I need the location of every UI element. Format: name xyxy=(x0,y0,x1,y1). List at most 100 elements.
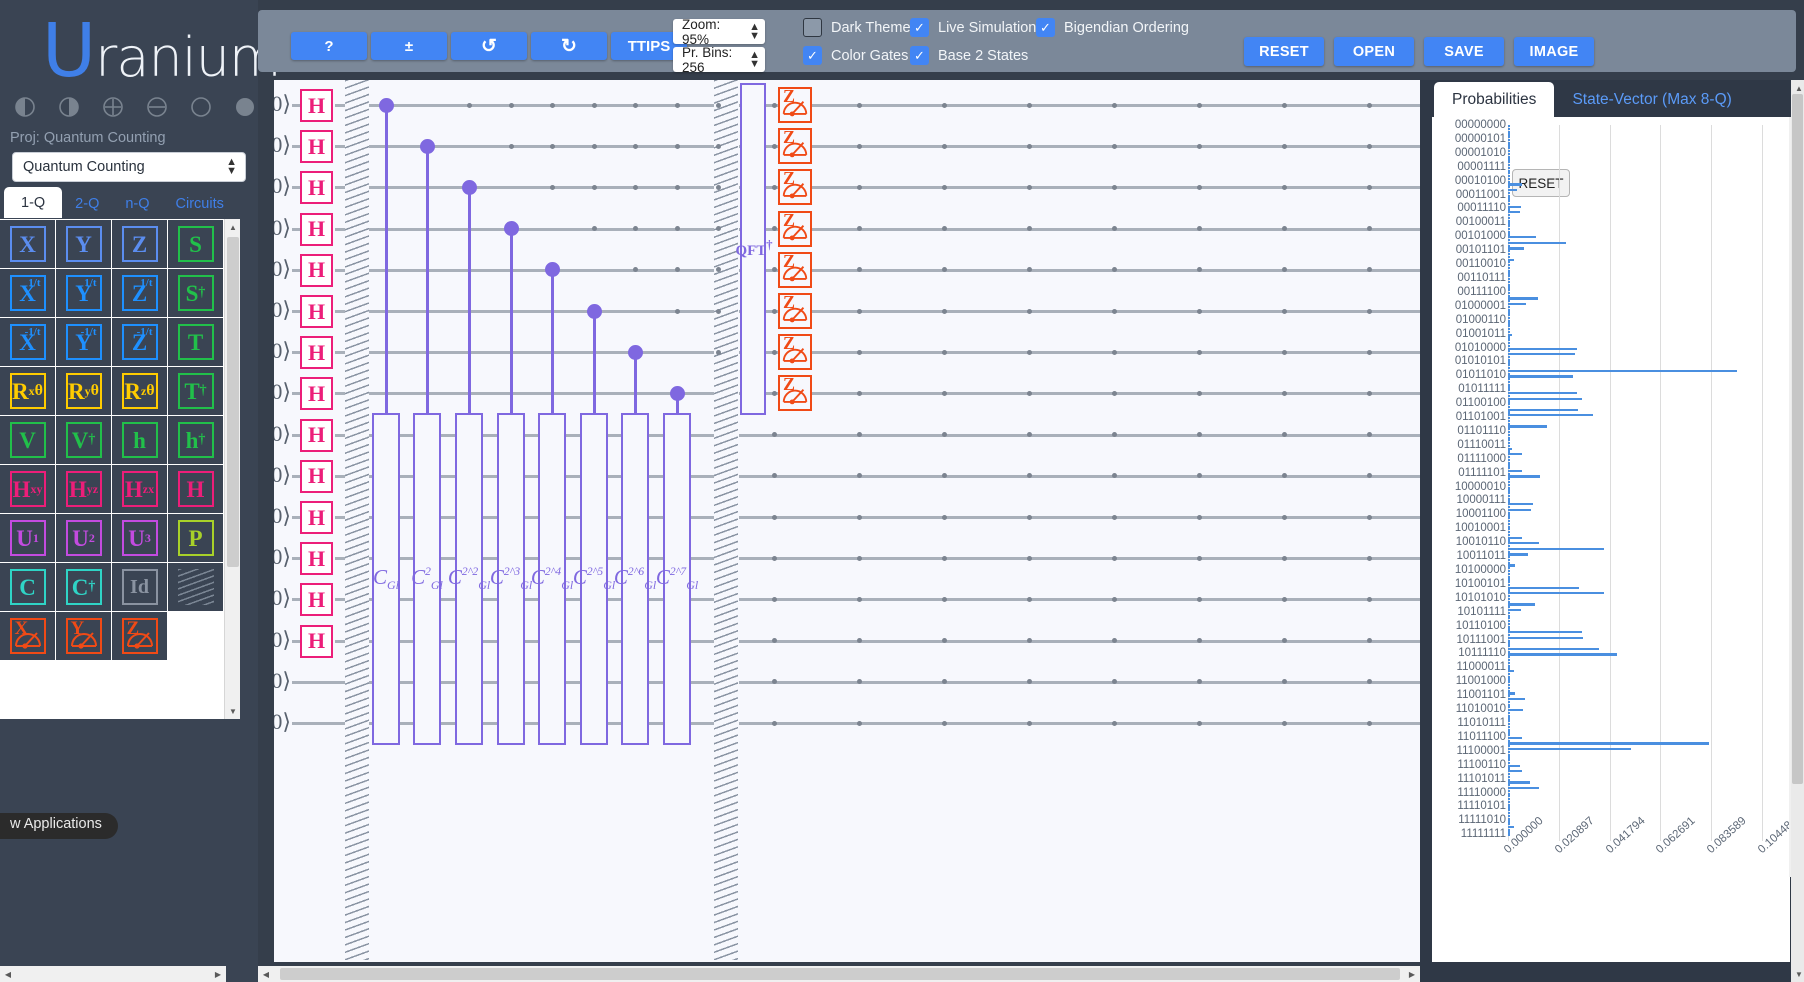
circuit-hscrollbar[interactable]: ◀ ▶ xyxy=(258,966,1420,982)
palette-cell-Ry[interactable]: Ryθ xyxy=(56,367,112,416)
wire-slot-marker[interactable] xyxy=(1026,432,1032,438)
wire-slot-marker[interactable] xyxy=(941,720,947,726)
wire-slot-marker[interactable] xyxy=(1196,679,1202,685)
wire-slot-marker[interactable] xyxy=(1196,143,1202,149)
chart-bar[interactable] xyxy=(1508,636,1583,639)
wire-slot-marker[interactable] xyxy=(1026,473,1032,479)
wire-slot-marker[interactable] xyxy=(1026,184,1032,190)
wire-slot-marker[interactable] xyxy=(1111,267,1117,273)
wire-slot-marker[interactable] xyxy=(1366,349,1372,355)
wire-slot-marker[interactable] xyxy=(550,143,555,149)
palette-cell-Hxy[interactable]: Hxy xyxy=(0,465,56,514)
wire-slot-marker[interactable] xyxy=(771,184,777,190)
wire-slot-marker[interactable] xyxy=(1111,514,1117,520)
wire-slot-marker[interactable] xyxy=(1281,143,1287,149)
save-button[interactable]: SAVE xyxy=(1424,37,1504,66)
wire-slot-marker[interactable] xyxy=(1111,679,1117,685)
wire-slot-marker[interactable] xyxy=(1111,102,1117,108)
palette-cell-Id[interactable]: Id xyxy=(112,563,168,612)
wire-slot-marker[interactable] xyxy=(1111,308,1117,314)
controlled-gate-box-7[interactable]: C2^6Gl xyxy=(614,412,656,745)
wire-slot-marker[interactable] xyxy=(1026,638,1032,644)
measure-z-gate[interactable]: Z xyxy=(778,374,812,412)
hadamard-gate[interactable]: H xyxy=(300,459,333,493)
tab-probabilities[interactable]: Probabilities xyxy=(1434,82,1555,117)
hadamard-gate[interactable]: H xyxy=(300,624,333,658)
chart-bar[interactable] xyxy=(1508,736,1523,740)
wire-slot-marker[interactable] xyxy=(1196,596,1202,602)
palette-cell-Z-1/t[interactable]: Z 1/t xyxy=(112,269,168,318)
chart-bar[interactable] xyxy=(1508,834,1510,837)
palette-cell-Y[interactable]: Y xyxy=(56,220,112,269)
wire-slot-marker[interactable] xyxy=(1111,473,1117,479)
wire-slot-marker[interactable] xyxy=(771,267,777,273)
wire-slot-marker[interactable] xyxy=(675,308,680,314)
hadamard-gate[interactable]: H xyxy=(300,212,333,246)
wire-slot-marker[interactable] xyxy=(1196,473,1202,479)
wire-slot-marker[interactable] xyxy=(771,638,777,644)
hadamard-gate[interactable]: H xyxy=(300,295,333,328)
controlled-gate-box-1[interactable]: CGl xyxy=(372,412,400,745)
wire-slot-marker[interactable] xyxy=(941,596,947,602)
wire-slot-marker[interactable] xyxy=(1366,390,1372,396)
wire-slot-marker[interactable] xyxy=(771,432,777,438)
wire-slot-marker[interactable] xyxy=(1196,102,1202,108)
wire-slot-marker[interactable] xyxy=(771,308,777,314)
wire-slot-marker[interactable] xyxy=(1196,555,1202,561)
chart-bar[interactable] xyxy=(1508,742,1709,745)
wire-slot-marker[interactable] xyxy=(633,143,638,149)
wire-slot-marker[interactable] xyxy=(1111,432,1117,438)
chart-bar[interactable] xyxy=(1508,297,1539,300)
scroll-down-icon[interactable]: ▼ xyxy=(225,703,241,719)
qft-inverse-gate[interactable]: QFT† xyxy=(735,83,773,416)
tab-nq[interactable]: n-Q xyxy=(112,189,162,218)
hadamard-gate[interactable]: H xyxy=(300,501,333,534)
scroll-left-icon[interactable]: ◀ xyxy=(0,966,16,982)
wire-slot-marker[interactable] xyxy=(1196,308,1202,314)
wire-slot-marker[interactable] xyxy=(633,184,638,190)
chart-bar[interactable] xyxy=(1508,781,1530,784)
wire-slot-marker[interactable] xyxy=(856,102,862,108)
palette-cell-V-dag[interactable]: V † xyxy=(56,416,112,465)
palette-cell-measure-X[interactable]: X xyxy=(0,612,56,661)
wire-slot-marker[interactable] xyxy=(1196,184,1202,190)
wire-slot-marker[interactable] xyxy=(1366,473,1372,479)
wire-slot-marker[interactable] xyxy=(1366,432,1372,438)
chart-bar[interactable] xyxy=(1508,353,1575,356)
bigendian-ordering-checkbox[interactable]: ✓ xyxy=(1036,18,1055,37)
palette-cell-h[interactable]: h xyxy=(112,416,168,465)
filled-circle-icon[interactable] xyxy=(234,96,256,118)
wire-slot-marker[interactable] xyxy=(771,349,777,355)
wire-slot-marker[interactable] xyxy=(1111,390,1117,396)
circuit-canvas[interactable]: |0⟩ H |0⟩ H |0⟩ H |0⟩ H |0⟩ H |0⟩ H |0⟩ H |0⟩ H |0⟩ H |0⟩ H… xyxy=(274,80,1420,962)
wire-slot-marker[interactable] xyxy=(1366,638,1372,644)
chart-bar[interactable] xyxy=(1508,547,1604,550)
wire-slot-marker[interactable] xyxy=(941,226,947,232)
wire-slot-marker[interactable] xyxy=(856,555,862,561)
chart-bar[interactable] xyxy=(1508,475,1540,478)
measure-z-gate[interactable]: Z xyxy=(778,251,812,288)
palette-scrollbar[interactable]: ▲ ▼ xyxy=(224,219,240,719)
hadamard-gate[interactable]: H xyxy=(300,253,333,287)
palette-cell-X[interactable]: X xyxy=(0,220,56,269)
panel-scroll-thumb[interactable] xyxy=(1792,94,1803,784)
palette-cell-Rz[interactable]: Rzθ xyxy=(112,367,168,416)
palette-cell-Z-neg1/t[interactable]: Z -1/t xyxy=(112,318,168,367)
wire-slot-marker[interactable] xyxy=(771,514,777,520)
hadamard-gate[interactable]: H xyxy=(300,130,333,164)
wire-slot-marker[interactable] xyxy=(1026,390,1032,396)
chart-bar[interactable] xyxy=(1508,586,1580,589)
wire-slot-marker[interactable] xyxy=(1366,514,1372,520)
wire-slot-marker[interactable] xyxy=(509,102,514,108)
controlled-gate-box-2[interactable]: C2Gl xyxy=(411,412,443,745)
chart-bar[interactable] xyxy=(1508,748,1631,751)
wire-slot-marker[interactable] xyxy=(467,102,472,108)
hadamard-gate[interactable]: H xyxy=(300,89,333,122)
wire-slot-marker[interactable] xyxy=(592,143,597,149)
wire-slot-marker[interactable] xyxy=(1366,679,1372,685)
wire-slot-marker[interactable] xyxy=(771,143,777,149)
wire-slot-marker[interactable] xyxy=(1196,720,1202,726)
project-select[interactable]: Quantum Counting ▲ ▼ xyxy=(12,152,246,182)
wire-slot-marker[interactable] xyxy=(941,679,947,685)
chart-bar[interactable] xyxy=(1508,508,1532,511)
